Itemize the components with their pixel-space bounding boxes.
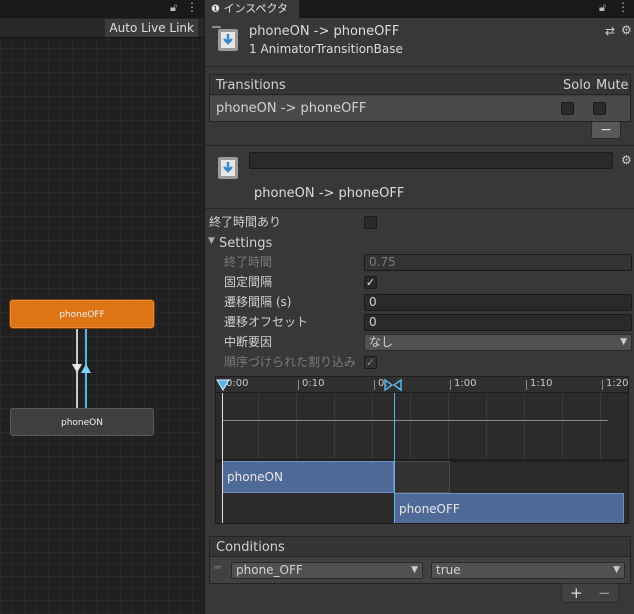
grid-line [296, 393, 297, 461]
transition-icon [218, 157, 238, 179]
start-marker-icon[interactable] [216, 379, 230, 391]
grid-line [562, 393, 563, 461]
conditions-header-label: Conditions [216, 540, 285, 555]
grid-line [334, 393, 335, 461]
preset-icon[interactable]: ⇄ [605, 24, 615, 38]
mute-header: Mute [596, 78, 629, 93]
fixed-duration-label: 固定間隔 [224, 275, 273, 289]
animator-graph[interactable]: 🔓︎ ⋮ Auto Live Link phoneOFF phoneON [0, 0, 204, 614]
ordered-interruption-label: 順序づけられた割り込み [224, 355, 357, 369]
interruption-label: 中断要因 [224, 335, 273, 349]
conditions-header: Conditions [210, 537, 630, 557]
info-icon: ❶ [211, 4, 220, 15]
lock-icon[interactable]: 🔓︎ [599, 1, 606, 15]
lock-icon[interactable]: 🔓︎ [170, 1, 177, 15]
chevron-down-icon: ▼ [613, 565, 620, 575]
chevron-down-icon: ▼ [411, 565, 418, 575]
start-line [222, 393, 223, 523]
exit-time-label: 終了時間 [224, 255, 273, 269]
transition-line [394, 393, 395, 523]
transition-name-field[interactable] [249, 152, 613, 169]
graph-tab-bar: 🔓︎ ⋮ [0, 0, 204, 18]
duration-field[interactable]: 0 [364, 294, 632, 311]
source-clip-phoneon[interactable]: phoneON [222, 461, 394, 493]
grid-line [600, 393, 601, 461]
condition-value-dropdown[interactable]: true ▼ [431, 562, 625, 579]
transitions-list: Transitions Solo Mute phoneON -> phoneOF… [209, 74, 631, 122]
state-node-phoneon[interactable]: phoneON [10, 408, 154, 436]
arrow-up-icon [81, 364, 91, 373]
offset-field[interactable]: 0 [364, 314, 632, 331]
solo-header: Solo [563, 78, 591, 93]
grid-line [486, 393, 487, 461]
transition-timeline[interactable]: 0:00 0:10 0: 1:00 1:10 1:20 phoneON phon… [215, 376, 629, 524]
arrow-down-icon [72, 364, 82, 373]
tab-inspector[interactable]: ❶ インスペクター [205, 0, 299, 34]
foldout-arrow-icon[interactable]: ▼ [208, 236, 215, 246]
tick-label: 1:00 [454, 378, 477, 389]
offset-label: 遷移オフセット [224, 315, 309, 329]
mute-checkbox[interactable] [593, 102, 606, 115]
ruler-tick [450, 380, 451, 390]
ruler-tick [298, 380, 299, 390]
inspector-title: phoneON -> phoneOFF [249, 24, 400, 39]
duration-label: 遷移間隔 (s) [224, 295, 292, 309]
remove-condition-button[interactable]: − [598, 584, 611, 602]
ruler-tick [602, 380, 603, 390]
conditions-list: Conditions ═ phone_OFF ▼ true ▼ [209, 536, 631, 584]
ruler-tick [526, 380, 527, 390]
transitions-header-label: Transitions [216, 78, 286, 93]
gear-icon[interactable]: ⚙ [621, 23, 632, 37]
conditions-footer: + − [561, 583, 619, 603]
fixed-duration-checkbox[interactable]: ✓ [364, 276, 377, 289]
divider [205, 145, 634, 146]
tick-label: 1:10 [530, 378, 553, 389]
divider [205, 66, 634, 67]
ordered-interruption-checkbox: ✓ [364, 356, 377, 369]
inspector-tab-bar: ❶ インスペクター 🔓︎ ⋮ [205, 0, 634, 34]
auto-live-link-button[interactable]: Auto Live Link [105, 19, 198, 37]
grid-line [524, 393, 525, 461]
ruler-tick [374, 380, 375, 390]
state-node-phoneoff[interactable]: phoneOFF [10, 300, 154, 328]
grid-line [410, 393, 411, 461]
tick-label: 1:20 [606, 378, 629, 389]
add-condition-button[interactable]: + [570, 584, 583, 602]
grid-line [448, 393, 449, 461]
more-menu-icon[interactable]: ⋮ [617, 0, 629, 14]
condition-value: true [436, 563, 461, 577]
parameter-dropdown[interactable]: phone_OFF ▼ [231, 562, 423, 579]
grid-line [372, 393, 373, 461]
destination-clip-phoneoff[interactable]: phoneOFF [394, 493, 624, 523]
chevron-down-icon: ▼ [620, 337, 627, 347]
divider [205, 208, 634, 209]
solo-checkbox[interactable] [561, 102, 574, 115]
weight-curve-line [222, 420, 608, 421]
inspector-subtitle: 1 AnimatorTransitionBase [249, 42, 403, 56]
drag-handle-icon[interactable]: ═ [214, 561, 221, 574]
transition-row-label: phoneON -> phoneOFF [216, 101, 367, 116]
has-exit-time-label: 終了時間あり [209, 215, 282, 229]
parameter-value: phone_OFF [236, 563, 303, 577]
transition-icon [218, 29, 238, 51]
remove-transition-button[interactable]: − [591, 121, 621, 139]
exit-time-field: 0.75 [364, 254, 632, 271]
grid-line [258, 393, 259, 461]
interruption-value: なし [369, 335, 394, 349]
transition-row[interactable]: phoneON -> phoneOFF [210, 96, 630, 121]
transitions-header: Transitions Solo Mute [210, 75, 630, 95]
tick-label: 0:10 [302, 378, 325, 389]
transition-handle-icon[interactable] [384, 378, 402, 392]
settings-foldout[interactable]: Settings [219, 235, 272, 252]
inspector-panel: ❶ インスペクター 🔓︎ ⋮ phoneON -> phoneOFF 1 Ani… [204, 0, 634, 614]
more-menu-icon[interactable]: ⋮ [186, 0, 198, 14]
transition-arrows[interactable] [68, 326, 96, 410]
gear-icon[interactable]: ⚙ [621, 153, 632, 167]
transition-title: phoneON -> phoneOFF [254, 186, 405, 201]
timeline-ruler[interactable] [216, 377, 628, 393]
has-exit-time-checkbox[interactable] [364, 216, 377, 229]
condition-row[interactable]: ═ phone_OFF ▼ true ▼ [210, 558, 630, 583]
interruption-dropdown[interactable]: なし ▼ [364, 334, 632, 351]
